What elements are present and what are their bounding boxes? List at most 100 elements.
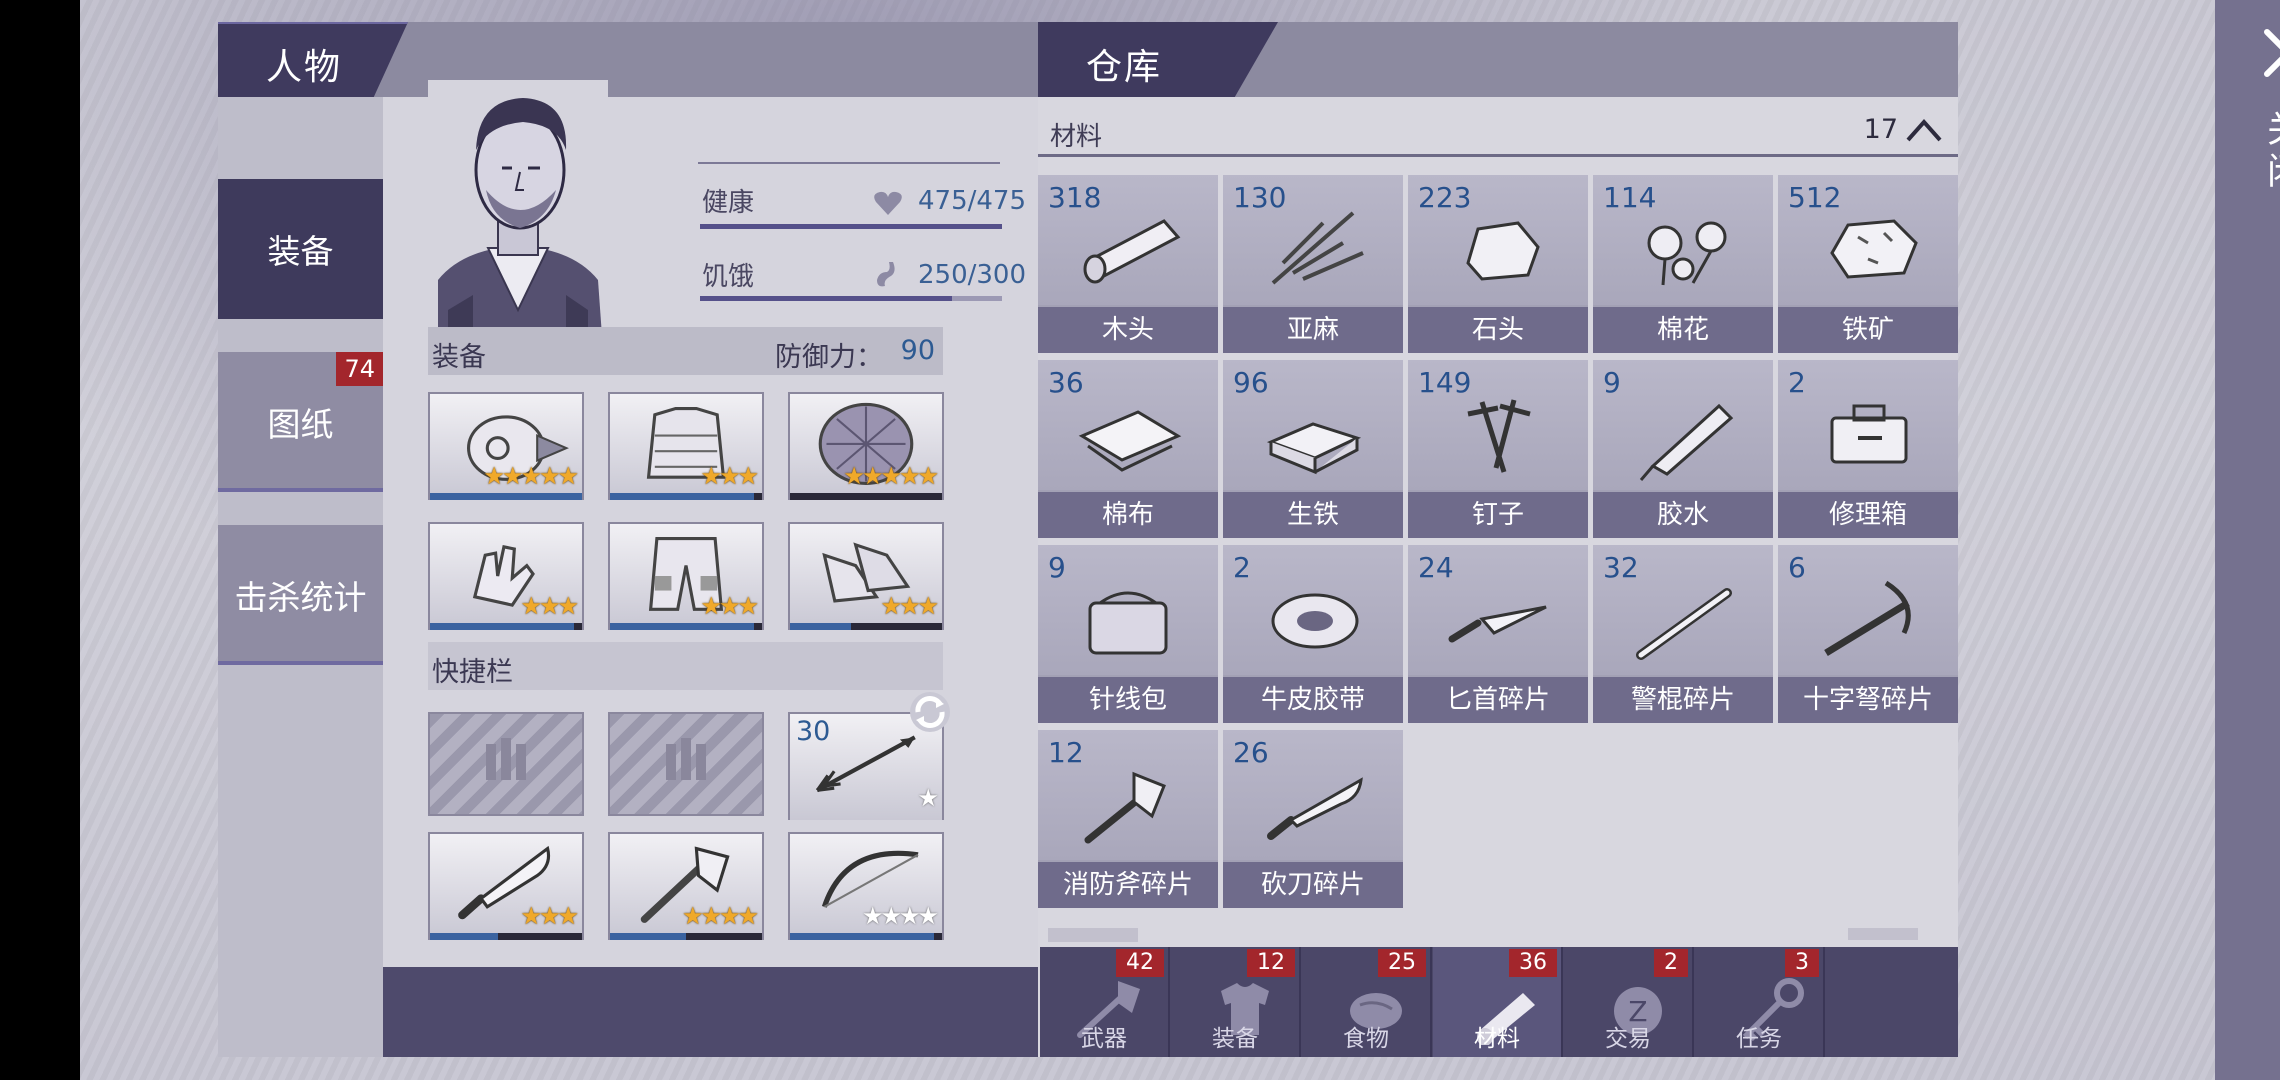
- durability-bar: [790, 493, 942, 500]
- item-tile[interactable]: 24 匕首碎片: [1408, 545, 1588, 723]
- quickbar-section-label: 快捷栏: [432, 657, 513, 688]
- tab-label: 材料: [1474, 1026, 1520, 1052]
- side-item-blueprints[interactable]: 图纸 74: [218, 352, 383, 492]
- equipment-slot[interactable]: ★★★: [608, 392, 764, 500]
- equipment-slot[interactable]: ★★★★★: [788, 392, 944, 500]
- durability-bar: [610, 933, 762, 940]
- item-tile[interactable]: 114 棉花: [1593, 175, 1773, 353]
- glue-icon: [1639, 403, 1734, 481]
- category-tab[interactable]: 36 材料: [1433, 947, 1563, 1057]
- equipment-slot[interactable]: ★★★★★: [428, 392, 584, 500]
- item-name: 棉布: [1038, 492, 1218, 538]
- item-name: 亚麻: [1223, 307, 1403, 353]
- item-name: 钉子: [1408, 492, 1588, 538]
- rarity-stars: ★★★: [520, 592, 579, 620]
- side-item-equipment[interactable]: 装备: [218, 179, 383, 319]
- tab-label: 装备: [1212, 1026, 1258, 1052]
- hunger-value: 250/300: [918, 260, 1027, 290]
- item-tile[interactable]: 130 亚麻: [1223, 175, 1403, 353]
- durability-fill: [610, 493, 755, 500]
- durability-fill: [610, 623, 755, 630]
- item-quantity: 149: [1418, 366, 1472, 399]
- tab-label: 任务: [1736, 1026, 1782, 1052]
- repair-kit-icon: [1830, 404, 1908, 464]
- defense-value: 90: [900, 335, 935, 366]
- rarity-stars: ★★★: [700, 592, 759, 620]
- item-tile[interactable]: 149 钉子: [1408, 360, 1588, 538]
- item-tile[interactable]: 36 棉布: [1038, 360, 1218, 538]
- quickbar-slot[interactable]: ★★★★: [788, 832, 944, 940]
- item-tile[interactable]: 26 砍刀碎片: [1223, 730, 1403, 908]
- durability-bar: [430, 623, 582, 630]
- defense-label: 防御力：: [775, 342, 883, 373]
- category-tab[interactable]: Z 2 交易: [1564, 947, 1694, 1057]
- quickbar-section-header: 快捷栏: [428, 642, 943, 690]
- close-panel[interactable]: 关闭: [2215, 0, 2280, 1080]
- item-name: 木头: [1038, 307, 1218, 353]
- equipment-slot[interactable]: ★★★: [428, 522, 584, 630]
- category-tab[interactable]: 25 食物: [1302, 947, 1432, 1057]
- item-name: 牛皮胶带: [1223, 677, 1403, 723]
- equipment-section-header: 装备 防御力： 90: [428, 327, 943, 375]
- equipment-slot[interactable]: ★★★: [608, 522, 764, 630]
- durability-bar: [610, 493, 762, 500]
- item-quantity: 223: [1418, 181, 1472, 214]
- category-name: 材料: [1050, 122, 1103, 152]
- item-name: 石头: [1408, 307, 1588, 353]
- category-tab[interactable]: 42 武器: [1040, 947, 1170, 1057]
- character-footer: [383, 967, 1073, 1057]
- quickbar-slot[interactable]: ★★★★: [608, 832, 764, 940]
- item-tile[interactable]: 6 十字弩碎片: [1778, 545, 1958, 723]
- item-name: 棉花: [1593, 307, 1773, 353]
- side-menu: 装备 图纸 74 击杀统计: [218, 97, 383, 1057]
- rarity-stars: ★★★: [700, 462, 759, 490]
- durability-fill: [430, 933, 499, 940]
- item-name: 针线包: [1038, 677, 1218, 723]
- character-title: 人物: [266, 47, 343, 88]
- close-icon[interactable]: [2263, 28, 2280, 78]
- durability-bar: [790, 623, 942, 630]
- heart-icon: [874, 191, 902, 215]
- category-tab[interactable]: 3 任务: [1695, 947, 1825, 1057]
- character-header: 人物: [218, 22, 1073, 97]
- close-label[interactable]: 关闭: [2261, 110, 2280, 194]
- rarity-stars: ★★★★: [681, 902, 759, 930]
- item-name: 消防斧碎片: [1038, 862, 1218, 908]
- quickbar-slot[interactable]: ★★★: [428, 832, 584, 940]
- item-tile[interactable]: 9 胶水: [1593, 360, 1773, 538]
- item-tile[interactable]: 96 生铁: [1223, 360, 1403, 538]
- baton-part-icon: [1636, 588, 1732, 660]
- tab-count-badge: 12: [1247, 949, 1295, 977]
- durability-fill: [790, 623, 851, 630]
- tab-count-badge: 36: [1509, 949, 1557, 977]
- dagger-part-icon: [1448, 605, 1547, 643]
- chevron-up-icon[interactable]: [1904, 114, 1944, 144]
- item-tile[interactable]: 32 警棍碎片: [1593, 545, 1773, 723]
- warehouse-panel: 仓库 材料 17 318 木头 130 亚麻 223 石头 114 棉花 512 铁矿 36 棉布 96…: [1038, 22, 1958, 1057]
- item-tile[interactable]: 2 修理箱: [1778, 360, 1958, 538]
- item-quantity: 512: [1788, 181, 1842, 214]
- item-name: 胶水: [1593, 492, 1773, 538]
- item-tile[interactable]: 223 石头: [1408, 175, 1588, 353]
- quickbar-slot-empty[interactable]: [428, 712, 584, 816]
- durability-bar: [790, 933, 942, 940]
- quickbar-slot-empty[interactable]: [608, 712, 764, 816]
- duct-tape-icon: [1271, 593, 1359, 649]
- item-quantity: 36: [1048, 366, 1084, 399]
- item-tile[interactable]: 512 铁矿: [1778, 175, 1958, 353]
- item-tile[interactable]: 12 消防斧碎片: [1038, 730, 1218, 908]
- side-item-label: 装备: [267, 232, 334, 271]
- item-tile[interactable]: 2 牛皮胶带: [1223, 545, 1403, 723]
- rarity-stars: ★★★★★: [843, 462, 939, 490]
- item-tile[interactable]: 318 木头: [1038, 175, 1218, 353]
- item-quantity: 130: [1233, 181, 1287, 214]
- swap-icon[interactable]: [908, 690, 952, 734]
- item-tile[interactable]: 9 针线包: [1038, 545, 1218, 723]
- equipment-slot[interactable]: ★★★: [788, 522, 944, 630]
- category-tab[interactable]: 12 装备: [1171, 947, 1301, 1057]
- item-name: 十字弩碎片: [1778, 677, 1958, 723]
- warehouse-title: 仓库: [1086, 47, 1163, 88]
- rarity-stars: ★★★: [520, 902, 579, 930]
- side-item-kill-stats[interactable]: 击杀统计: [218, 525, 383, 665]
- category-header-materials[interactable]: 材料 17: [1038, 102, 1958, 157]
